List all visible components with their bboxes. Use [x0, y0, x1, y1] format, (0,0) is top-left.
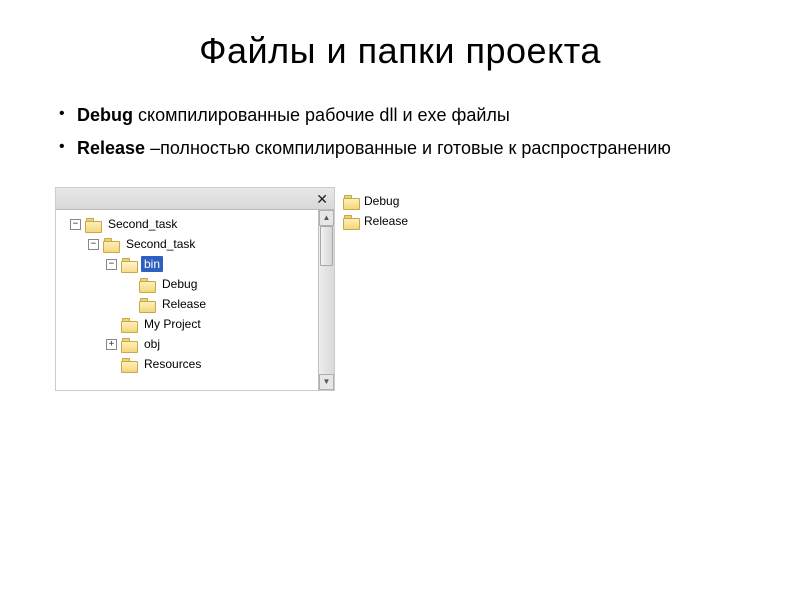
tree-node-label: Second_task: [123, 236, 198, 252]
folder-open-icon: [121, 258, 137, 271]
folder-icon: [343, 215, 359, 228]
tree-node-label: Debug: [159, 276, 200, 292]
tree-body: − Second_task − Second_task: [56, 210, 334, 390]
bullet-bold: Release: [77, 138, 145, 158]
tree-spacer: [106, 319, 117, 330]
tree-spacer: [124, 299, 135, 310]
scrollbar[interactable]: ▲ ▼: [318, 210, 334, 390]
scroll-down-icon[interactable]: ▼: [319, 374, 334, 390]
tree-node-second-task[interactable]: − Second_task: [70, 214, 318, 234]
tree-node-label: Resources: [141, 356, 204, 372]
tree-spacer: [106, 359, 117, 370]
list-item[interactable]: Release: [343, 211, 408, 231]
tree-node-label: Second_task: [105, 216, 180, 232]
folder-tree-panel: ✕ − Second_task: [55, 187, 335, 391]
scroll-up-icon[interactable]: ▲: [319, 210, 334, 226]
folder-icon: [139, 278, 155, 291]
slide-title: Файлы и папки проекта: [55, 30, 745, 72]
folder-contents-panel: Debug Release: [335, 187, 416, 235]
tree-node-resources[interactable]: Resources: [106, 354, 318, 374]
list-item[interactable]: Debug: [343, 191, 408, 211]
tree-node-label: Release: [159, 296, 209, 312]
bullet-item: Release –полностью скомпилированные и го…: [55, 135, 745, 162]
list-item-label: Release: [364, 214, 408, 228]
tree-node-label: obj: [141, 336, 163, 352]
tree-node-debug[interactable]: Debug: [124, 274, 318, 294]
bullet-rest: скомпилированные рабочие dll и exe файлы: [133, 105, 510, 125]
tree-node-release[interactable]: Release: [124, 294, 318, 314]
bullet-bold: Debug: [77, 105, 133, 125]
tree-content: − Second_task − Second_task: [56, 210, 318, 390]
folder-icon: [343, 195, 359, 208]
folder-icon: [103, 238, 119, 251]
tree-node-obj[interactable]: + obj: [106, 334, 318, 354]
panel-header: ✕: [56, 188, 334, 210]
tree-node-label: bin: [141, 256, 163, 272]
bullet-rest: –полностью скомпилированные и готовые к …: [145, 138, 671, 158]
folder-icon: [121, 318, 137, 331]
collapse-icon[interactable]: −: [70, 219, 81, 230]
scroll-thumb[interactable]: [320, 226, 333, 266]
folder-icon: [85, 218, 101, 231]
bullet-item: Debug скомпилированные рабочие dll и exe…: [55, 102, 745, 129]
slide: Файлы и папки проекта Debug скомпилирова…: [0, 0, 800, 600]
expand-icon[interactable]: +: [106, 339, 117, 350]
collapse-icon[interactable]: −: [106, 259, 117, 270]
tree-node-second-task-inner[interactable]: − Second_task: [88, 234, 318, 254]
tree-spacer: [124, 279, 135, 290]
tree-node-bin[interactable]: − bin: [106, 254, 318, 274]
tree-node-label: My Project: [141, 316, 204, 332]
explorer-area: ✕ − Second_task: [55, 187, 745, 391]
bullet-list: Debug скомпилированные рабочие dll и exe…: [55, 102, 745, 162]
tree-node-my-project[interactable]: My Project: [106, 314, 318, 334]
close-icon[interactable]: ✕: [316, 192, 328, 206]
folder-icon: [121, 358, 137, 371]
folder-icon: [121, 338, 137, 351]
collapse-icon[interactable]: −: [88, 239, 99, 250]
folder-icon: [139, 298, 155, 311]
list-item-label: Debug: [364, 194, 399, 208]
